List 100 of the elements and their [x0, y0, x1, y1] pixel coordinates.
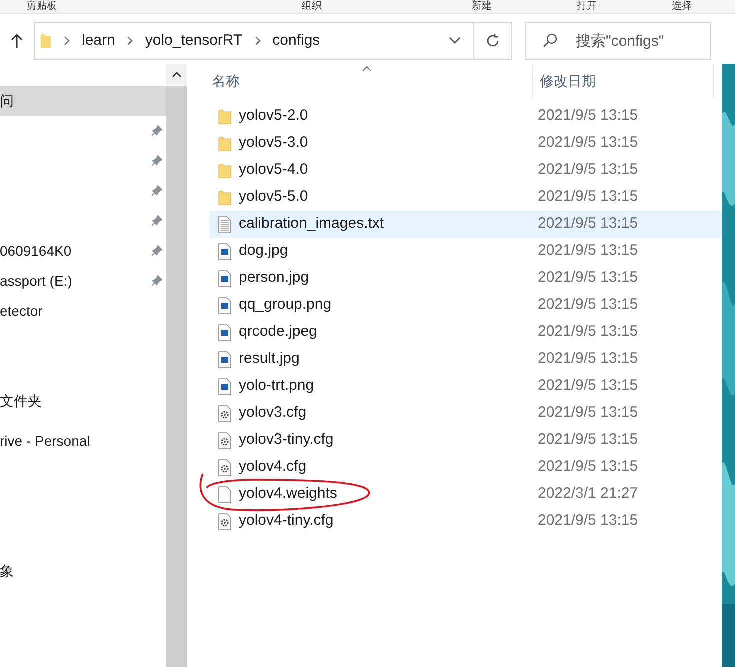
breadcrumb-segment[interactable]: yolo_tensorRT: [145, 30, 243, 52]
file-name: yolov3.cfg: [239, 403, 308, 424]
image-file-icon: [218, 296, 232, 314]
gear-file-icon: [218, 404, 232, 422]
modified-date: 2021/9/5 13:15: [538, 322, 638, 342]
file-row[interactable]: qrcode.jpeg 2021/9/5 13:15: [210, 319, 722, 346]
address-bar[interactable]: learn yolo_tensorRT configs: [34, 22, 474, 60]
pin-icon[interactable]: [151, 125, 163, 137]
file-name: yolov5-4.0: [239, 160, 310, 180]
search-box[interactable]: 搜索"configs": [525, 22, 711, 60]
nav-item[interactable]: 问: [0, 86, 166, 116]
file-row[interactable]: calibration_images.txt 2021/9/5 13:15: [210, 211, 722, 238]
modified-date: 2021/9/5 13:15: [538, 268, 638, 288]
file-name: yolov4-tiny.cfg: [239, 511, 335, 532]
nav-item-label: 0609164K0: [0, 242, 72, 260]
pin-icon[interactable]: [151, 185, 163, 197]
image-file-icon: [218, 378, 232, 396]
file-row[interactable]: yolov4-tiny.cfg 2021/9/5 13:15: [210, 508, 722, 535]
file-name: yolov5-3.0: [239, 133, 310, 154]
column-header[interactable]: 修改日期: [540, 70, 713, 92]
modified-date: 2021/9/5 13:15: [538, 241, 638, 262]
nav-item-label: rive - Personal: [0, 432, 90, 450]
file-row[interactable]: yolo-trt.png 2021/9/5 13:15: [210, 373, 722, 400]
modified-date: 2021/9/5 13:15: [538, 160, 638, 180]
nav-item-label: 问: [0, 92, 14, 110]
file-name: yolov4.cfg: [239, 457, 308, 478]
refresh-icon: [484, 33, 500, 49]
file-row[interactable]: qq_group.png 2021/9/5 13:15: [210, 292, 722, 319]
gear-file-icon: [218, 512, 232, 530]
nav-item[interactable]: 象: [0, 556, 166, 586]
modified-date: 2021/9/5 13:15: [538, 106, 638, 126]
pin-icon[interactable]: [151, 245, 163, 257]
nav-item[interactable]: 文件夹: [0, 386, 166, 416]
file-row[interactable]: yolov5-5.0 2021/9/5 13:15: [210, 184, 722, 211]
pin-icon[interactable]: [151, 275, 163, 287]
file-row[interactable]: yolov4.weights 2022/3/1 21:27: [210, 481, 722, 508]
modified-date: 2021/9/5 13:15: [538, 187, 638, 208]
nav-item[interactable]: rive - Personal: [0, 426, 166, 456]
file-row[interactable]: yolov3-tiny.cfg 2021/9/5 13:15: [210, 427, 722, 454]
breadcrumb-segment[interactable]: learn: [82, 30, 116, 52]
image-file-icon: [218, 242, 232, 260]
nav-item-label: 象: [0, 562, 14, 580]
file-name: yolo-trt.png: [239, 376, 316, 396]
column-header[interactable]: 名称: [212, 70, 532, 92]
nav-item-label: etector: [0, 302, 43, 320]
ribbon-group-label: 选择: [672, 0, 692, 13]
sort-caret-icon[interactable]: [362, 66, 372, 72]
modified-date: 2022/3/1 21:27: [538, 484, 638, 504]
up-arrow-icon[interactable]: [10, 33, 24, 49]
folder-icon: [218, 190, 232, 206]
chevron-right-icon: [64, 36, 70, 46]
file-name: result.jpg: [239, 349, 301, 370]
file-name: yolov5-5.0: [239, 187, 310, 208]
modified-date: 2021/9/5 13:15: [538, 349, 638, 370]
nav-item-label: assport (E:): [0, 272, 72, 291]
file-name: dog.jpg: [239, 241, 290, 262]
file-row[interactable]: yolov5-4.0 2021/9/5 13:15: [210, 157, 722, 184]
ribbon-group-label: 组织: [302, 0, 322, 13]
nav-item[interactable]: 0609164K0: [0, 236, 166, 266]
file-row[interactable]: yolov4.cfg 2021/9/5 13:15: [210, 454, 722, 481]
modified-date: 2021/9/5 13:15: [538, 430, 638, 450]
chevron-right-icon: [254, 36, 261, 46]
modified-date: 2021/9/5 13:15: [538, 376, 638, 396]
file-row[interactable]: yolov3.cfg 2021/9/5 13:15: [210, 400, 722, 427]
nav-item[interactable]: etector: [0, 296, 166, 326]
pin-icon[interactable]: [151, 215, 163, 227]
file-row[interactable]: dog.jpg 2021/9/5 13:15: [210, 238, 722, 265]
image-file-icon: [218, 350, 232, 368]
file-row[interactable]: person.jpg 2021/9/5 13:15: [210, 265, 722, 292]
file-name: yolov5-2.0: [239, 106, 310, 126]
image-file-icon: [218, 324, 232, 342]
file-name: yolov4.weights: [239, 484, 338, 504]
file-row[interactable]: yolov5-2.0 2021/9/5 13:15: [210, 103, 722, 130]
breadcrumb-segment[interactable]: configs: [272, 30, 320, 52]
chevron-down-icon[interactable]: [449, 37, 461, 45]
chevron-right-icon: [127, 36, 134, 46]
modified-date: 2021/9/5 13:15: [538, 403, 638, 424]
search-field[interactable]: 搜索"configs": [576, 26, 706, 56]
nav-item[interactable]: assport (E:): [0, 266, 166, 296]
scroll-up-icon[interactable]: [172, 72, 182, 78]
refresh-button[interactable]: [474, 22, 512, 60]
ribbon-group-label: 剪贴板: [27, 0, 57, 13]
folder-icon: [40, 33, 52, 49]
gear-file-icon: [218, 458, 232, 476]
file-name: qrcode.jpeg: [239, 322, 318, 342]
scrollbar[interactable]: [166, 64, 187, 667]
file-name: calibration_images.txt: [239, 214, 386, 234]
file-row[interactable]: yolov5-3.0 2021/9/5 13:15: [210, 130, 722, 157]
file-name: person.jpg: [239, 268, 310, 288]
pin-icon[interactable]: [151, 155, 163, 167]
ribbon-group-label: 打开: [577, 0, 597, 13]
folder-icon: [218, 136, 232, 152]
search-icon: [542, 33, 558, 49]
modified-date: 2021/9/5 13:15: [538, 511, 638, 532]
file-row[interactable]: result.jpg 2021/9/5 13:15: [210, 346, 722, 373]
folder-icon: [218, 108, 232, 124]
blank-file-icon: [218, 486, 232, 504]
gear-file-icon: [218, 432, 232, 450]
modified-date: 2021/9/5 13:15: [538, 214, 638, 234]
modified-date: 2021/9/5 13:15: [538, 457, 638, 478]
